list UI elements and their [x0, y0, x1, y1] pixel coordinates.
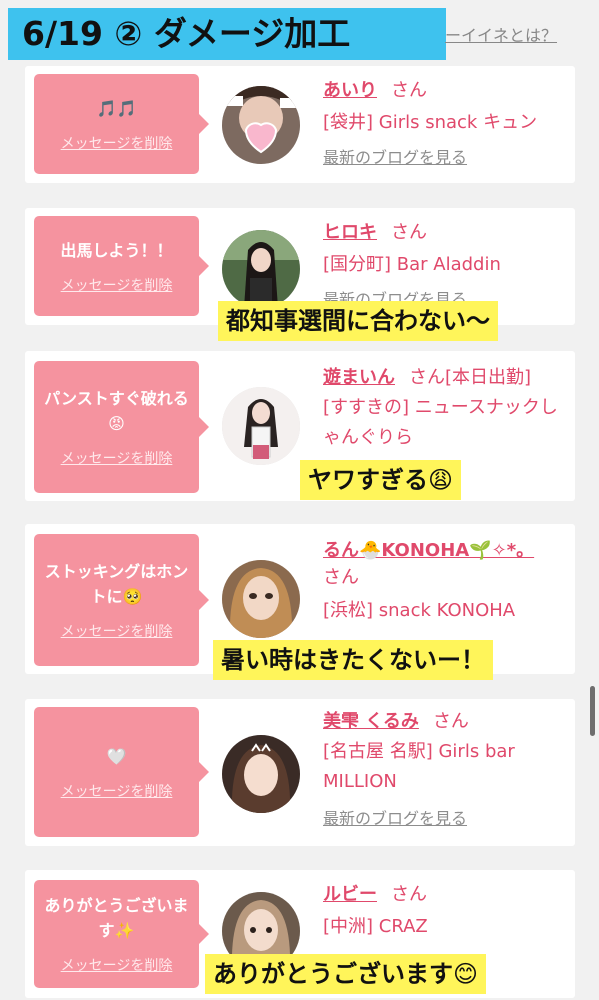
page-title-banner: 6/19 ② ダメージ加工 — [8, 8, 446, 60]
message-card: 🤍 メッセージを削除 美雫 くるみ さん [名古屋 名駅] Girls bar M… — [25, 699, 575, 846]
honorific: さん — [432, 711, 469, 732]
message-bubble: ストッキングはホントに🥺 メッセージを削除 — [34, 534, 209, 666]
caption-overlay: ヤワすぎる😩 — [300, 460, 462, 500]
shop-name: [国分町] Bar Aladdin — [323, 254, 501, 275]
user-info: るん🐣KONOHA🌱✧*。 さん [浜松] snack KONOHA — [323, 536, 563, 626]
caption-overlay: 都知事選間に合わない〜 — [218, 301, 498, 341]
message-bubble: パンストすぐ破れる😡 メッセージを削除 — [34, 361, 209, 493]
shop-name: [名古屋 名駅] Girls bar MILLION — [323, 741, 515, 792]
scrollbar[interactable] — [590, 686, 595, 736]
avatar[interactable] — [222, 230, 300, 308]
avatar[interactable] — [222, 560, 300, 638]
message-bubble: 出馬しよう！！ メッセージを削除 — [34, 216, 209, 316]
message-text: 🤍 — [106, 746, 127, 766]
user-name-link[interactable]: 遊まいん — [323, 367, 395, 388]
user-info: 美雫 くるみ さん [名古屋 名駅] Girls bar MILLION 最新のブ… — [323, 707, 563, 829]
user-info: 遊まいん さん[本日出勤] [すすきの] ニュースナックしゃんぐりら — [323, 363, 563, 453]
delete-message-link[interactable]: メッセージを削除 — [61, 133, 173, 153]
avatar[interactable] — [222, 735, 300, 813]
honorific: さん — [391, 80, 427, 101]
user-info: あいり さん [袋井] Girls snack キュン 最新のブログを見る — [323, 76, 563, 168]
honorific: さん — [323, 567, 359, 588]
latest-blog-link[interactable]: 最新のブログを見る — [323, 805, 563, 829]
honorific: さん — [391, 222, 427, 243]
caption-overlay: ありがとうございます😊 — [205, 954, 487, 994]
message-bubble: ありがとうございます✨ メッセージを削除 — [34, 880, 209, 988]
honorific: さん — [391, 884, 427, 905]
delete-message-link[interactable]: メッセージを削除 — [61, 275, 173, 295]
message-text: ありがとうございます✨ — [44, 896, 189, 940]
shop-name: [浜松] snack KONOHA — [323, 600, 516, 621]
user-name-link[interactable]: るん🐣KONOHA🌱✧*。 — [323, 540, 534, 561]
delete-message-link[interactable]: メッセージを削除 — [61, 955, 173, 975]
avatar[interactable] — [222, 86, 300, 164]
message-text: 出馬しよう！！ — [60, 240, 173, 260]
user-name-link[interactable]: ヒロキ — [323, 222, 377, 243]
honorific: さん[本日出勤] — [409, 367, 532, 388]
message-text: パンストすぐ破れる😡 — [44, 389, 189, 433]
message-card: 🎵🎵 メッセージを削除 あいり さん [袋井] Girls snack キュン 最… — [25, 66, 575, 183]
user-info: ヒロキ さん [国分町] Bar Aladdin 最新のブログを見る — [323, 218, 563, 310]
delete-message-link[interactable]: メッセージを削除 — [61, 781, 173, 801]
message-bubble: 🤍 メッセージを削除 — [34, 707, 209, 837]
message-bubble: 🎵🎵 メッセージを削除 — [34, 74, 209, 174]
user-name-link[interactable]: 美雫 くるみ — [323, 711, 419, 732]
message-text: 🎵🎵 — [96, 98, 137, 118]
shop-name: [袋井] Girls snack キュン — [323, 112, 538, 133]
delete-message-link[interactable]: メッセージを削除 — [61, 621, 173, 641]
user-info: ルビー さん [中洲] CRAZ — [323, 880, 563, 942]
avatar[interactable] — [222, 387, 300, 465]
what-is-like-link[interactable]: ーイイネとは？ — [445, 22, 557, 46]
latest-blog-link[interactable]: 最新のブログを見る — [323, 144, 563, 168]
user-name-link[interactable]: あいり — [323, 80, 377, 101]
shop-name: [中洲] CRAZ — [323, 916, 428, 937]
message-text: ストッキングはホントに🥺 — [44, 562, 189, 606]
shop-name: [すすきの] ニュースナックしゃんぐりら — [323, 397, 558, 448]
caption-overlay: 暑い時はきたくないー！ — [213, 640, 493, 680]
user-name-link[interactable]: ルビー — [323, 884, 377, 905]
delete-message-link[interactable]: メッセージを削除 — [61, 448, 173, 468]
